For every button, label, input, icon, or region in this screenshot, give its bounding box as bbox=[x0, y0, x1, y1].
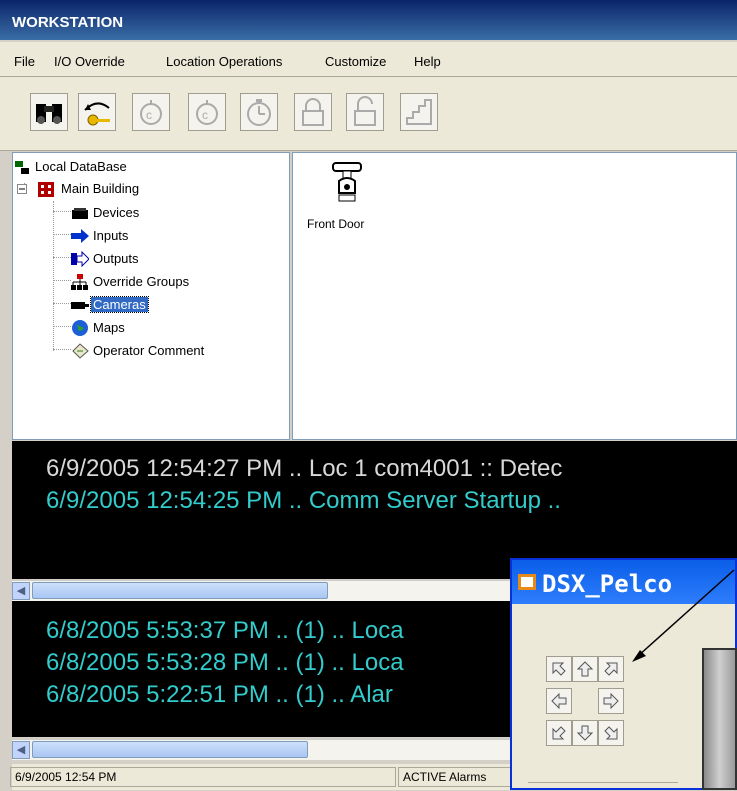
tree-building-label: Main Building bbox=[61, 181, 140, 196]
menu-help[interactable]: Help bbox=[414, 54, 441, 69]
window-title: WORKSTATION bbox=[12, 14, 124, 31]
tree-item-label: Outputs bbox=[93, 251, 139, 266]
lock-open-icon bbox=[354, 96, 376, 126]
outputs-icon bbox=[71, 251, 89, 267]
scroll-thumb[interactable] bbox=[32, 741, 308, 758]
tree-item-local-database[interactable]: Local DataBase bbox=[13, 157, 273, 177]
tree-root-label: Local DataBase bbox=[35, 159, 127, 174]
inputs-icon bbox=[71, 229, 89, 243]
device-tree: Local DataBase Main Building Devices Inp… bbox=[12, 152, 290, 440]
pan-down-button[interactable] bbox=[572, 720, 598, 746]
arrow-up-left-icon bbox=[552, 662, 566, 676]
tree-item-inputs[interactable]: Inputs bbox=[71, 226, 271, 246]
scroll-left-icon[interactable]: ◀ bbox=[12, 582, 30, 600]
scroll-thumb[interactable] bbox=[32, 582, 328, 599]
tree-item-label: Operator Comment bbox=[93, 343, 205, 358]
globe-icon bbox=[72, 320, 88, 336]
return-key-button[interactable] bbox=[78, 93, 116, 131]
menu-location-operations[interactable]: Location Operations bbox=[166, 54, 282, 69]
alarm-log-line: 6/8/2005 5:53:28 PM .. (1) .. Loca bbox=[46, 649, 404, 676]
device-panel: Front Door bbox=[292, 152, 737, 440]
menu-customize[interactable]: Customize bbox=[325, 54, 386, 69]
camera-icon bbox=[71, 302, 89, 309]
menu-bar: File I/O Override Location Operations Cu… bbox=[0, 42, 737, 77]
annotation-arrow bbox=[632, 569, 735, 662]
arrow-down-icon bbox=[577, 725, 593, 741]
tree-item-outputs[interactable]: Outputs bbox=[71, 249, 271, 269]
network-icon bbox=[15, 161, 29, 174]
tree-item-override-groups[interactable]: Override Groups bbox=[71, 272, 271, 292]
tree-item-devices[interactable]: Devices bbox=[71, 203, 271, 223]
pan-right-button[interactable] bbox=[598, 688, 624, 714]
timer-b-button[interactable]: c bbox=[188, 93, 226, 131]
comment-icon bbox=[72, 343, 89, 359]
lock-button[interactable] bbox=[294, 93, 332, 131]
arrow-down-left-icon bbox=[552, 726, 566, 740]
timer-b-icon: c bbox=[196, 100, 218, 125]
tree-item-label: Inputs bbox=[93, 228, 129, 243]
alarm-log-line: 6/8/2005 5:53:37 PM .. (1) .. Loca bbox=[46, 617, 404, 644]
tree-item-operator-comment[interactable]: Operator Comment bbox=[71, 341, 289, 361]
pan-down-right-button[interactable] bbox=[598, 720, 624, 746]
binoculars-icon bbox=[36, 104, 62, 124]
event-log-line: 6/9/2005 12:54:27 PM .. Loc 1 com4001 ::… bbox=[46, 455, 563, 482]
title-bar: WORKSTATION bbox=[0, 0, 737, 40]
arrow-up-right-icon bbox=[604, 662, 618, 676]
tree-item-label: Maps bbox=[93, 320, 125, 335]
override-groups-icon bbox=[71, 274, 88, 290]
lock-closed-icon bbox=[302, 98, 324, 126]
tree-item-maps[interactable]: Maps bbox=[71, 318, 271, 338]
stopwatch-icon bbox=[247, 99, 271, 126]
svg-text:c: c bbox=[202, 108, 208, 122]
building-icon bbox=[38, 182, 54, 197]
pan-down-left-button[interactable] bbox=[546, 720, 572, 746]
stairs-button[interactable] bbox=[400, 93, 438, 131]
binoculars-button[interactable] bbox=[30, 93, 68, 131]
svg-text:c: c bbox=[146, 108, 152, 122]
ptz-camera-icon bbox=[332, 162, 362, 202]
unlock-button[interactable] bbox=[346, 93, 384, 131]
tree-item-main-building[interactable]: Main Building bbox=[17, 179, 277, 199]
arrow-down-right-icon bbox=[604, 726, 618, 740]
status-active-alarms: ACTIVE Alarms bbox=[398, 767, 518, 787]
devices-icon bbox=[72, 208, 88, 219]
tree-item-label: Devices bbox=[93, 205, 140, 220]
event-log-line: 6/9/2005 12:54:25 PM .. Comm Server Star… bbox=[46, 487, 561, 514]
menu-io-override[interactable]: I/O Override bbox=[54, 54, 125, 69]
stairs-icon bbox=[406, 99, 432, 125]
arrow-left-icon bbox=[551, 693, 567, 709]
camera-label: Front Door bbox=[307, 217, 365, 231]
key-return-icon bbox=[84, 102, 110, 126]
toolbar: c c bbox=[0, 77, 737, 151]
menu-file[interactable]: File bbox=[14, 54, 35, 69]
stopwatch-button[interactable] bbox=[240, 93, 278, 131]
camera-front-door[interactable]: Front Door bbox=[307, 159, 387, 239]
arrow-right-icon bbox=[603, 693, 619, 709]
window-icon bbox=[518, 574, 536, 590]
status-datetime: 6/9/2005 12:54 PM bbox=[10, 767, 396, 787]
collapse-icon[interactable] bbox=[17, 181, 29, 197]
pan-up-left-button[interactable] bbox=[546, 656, 572, 682]
alarm-log-line: 6/8/2005 5:22:51 PM .. (1) .. Alar bbox=[46, 681, 393, 708]
tree-item-label: Cameras bbox=[90, 296, 149, 313]
arrow-up-icon bbox=[577, 661, 593, 677]
pan-left-button[interactable] bbox=[546, 688, 572, 714]
timer-a-icon: c bbox=[140, 100, 162, 125]
pan-up-button[interactable] bbox=[572, 656, 598, 682]
timer-a-button[interactable]: c bbox=[132, 93, 170, 131]
scroll-left-icon[interactable]: ◀ bbox=[12, 741, 30, 759]
tree-item-cameras[interactable]: Cameras bbox=[71, 295, 271, 315]
tree-item-label: Override Groups bbox=[93, 274, 190, 289]
